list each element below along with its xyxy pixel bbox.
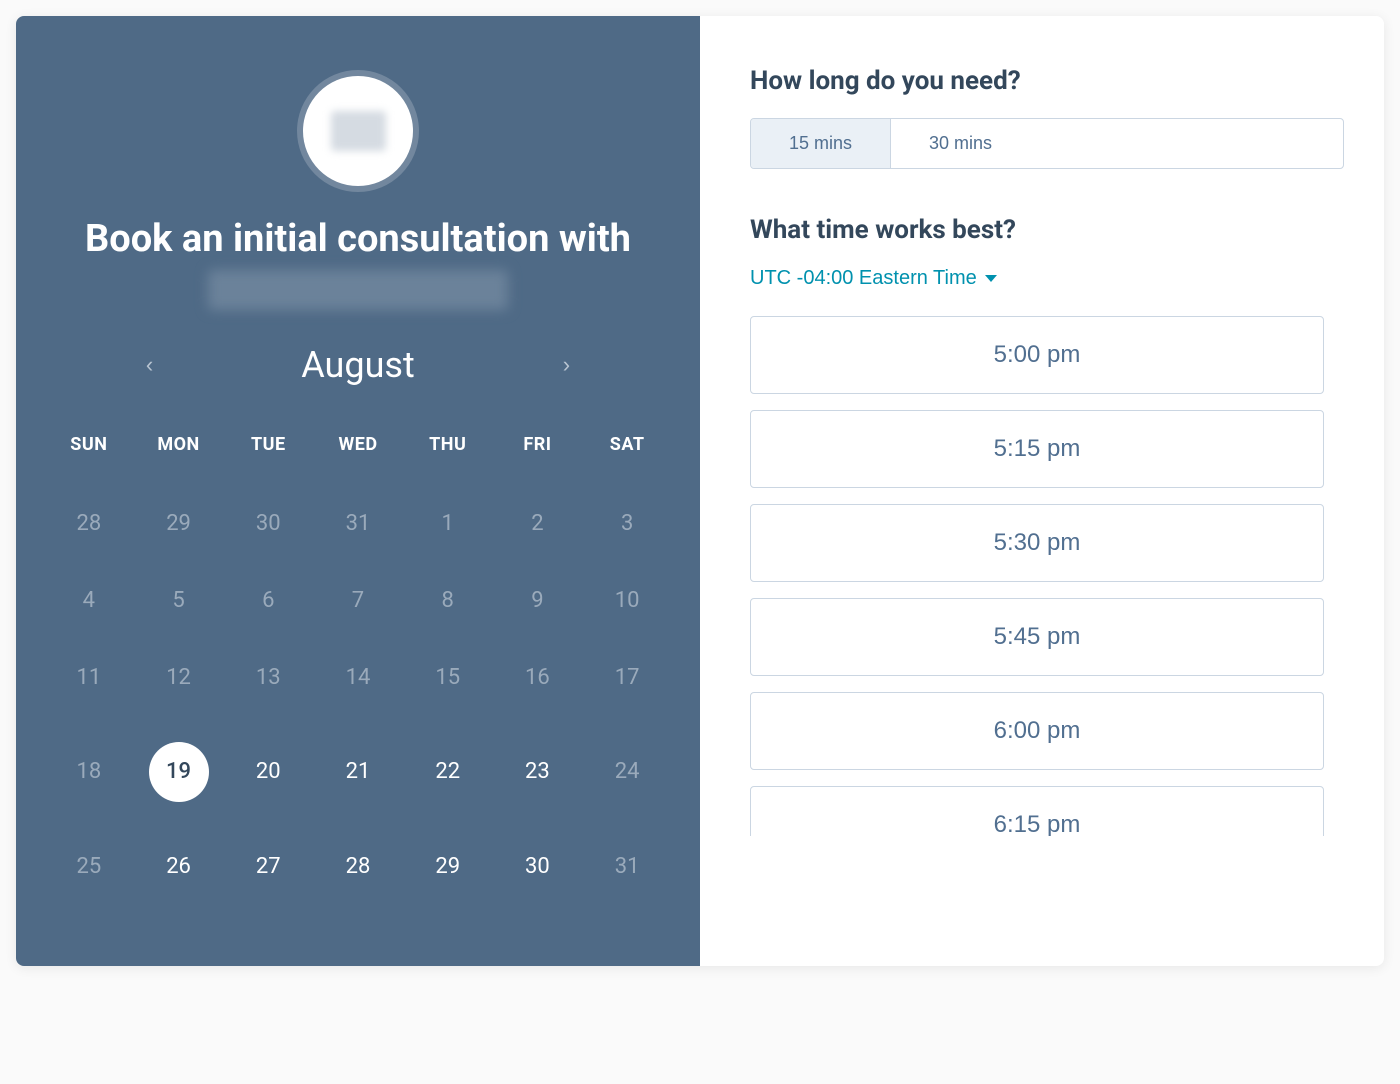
- time-slot[interactable]: 5:15 pm: [750, 410, 1324, 488]
- calendar-day[interactable]: 22: [403, 716, 493, 828]
- provider-name-blur: [208, 270, 508, 310]
- calendar-day: 15: [403, 639, 493, 716]
- calendar-day[interactable]: 27: [223, 828, 313, 905]
- avatar-image-blur: [331, 111, 386, 151]
- avatar: [303, 76, 413, 186]
- calendar-dow: THU: [403, 416, 493, 485]
- calendar-day: 16: [493, 639, 583, 716]
- calendar-day[interactable]: 29: [403, 828, 493, 905]
- calendar-day[interactable]: 23: [493, 716, 583, 828]
- chevron-right-icon: ›: [563, 352, 570, 377]
- calendar-day: 1: [403, 485, 493, 562]
- calendar-dow: SAT: [582, 416, 672, 485]
- time-slot-container: 5:00 pm 5:15 pm 5:30 pm 5:45 pm 6:00 pm 6:15 …: [750, 316, 1344, 936]
- timezone-select[interactable]: UTC -04:00 Eastern Time: [750, 267, 1344, 290]
- calendar-day: 28: [44, 485, 134, 562]
- calendar-dow: FRI: [493, 416, 583, 485]
- calendar-day: 4: [44, 562, 134, 639]
- calendar-day[interactable]: 28: [313, 828, 403, 905]
- calendar-day: 12: [134, 639, 224, 716]
- timezone-label: UTC -04:00 Eastern Time: [750, 267, 977, 290]
- duration-option[interactable]: 15 mins: [751, 119, 890, 168]
- calendar-panel: Book an initial consultation with ‹ Augu…: [16, 16, 700, 966]
- time-slot[interactable]: 5:45 pm: [750, 598, 1324, 676]
- month-label: August: [301, 344, 415, 386]
- time-slot[interactable]: 6:00 pm: [750, 692, 1324, 770]
- duration-title: How long do you need?: [750, 66, 1344, 96]
- calendar-day: 24: [582, 716, 672, 828]
- time-panel: How long do you need? 15 mins30 mins Wha…: [700, 16, 1384, 966]
- month-navigation: ‹ August ›: [36, 344, 680, 386]
- duration-toggle: 15 mins30 mins: [750, 118, 1344, 169]
- time-slot-scroll[interactable]: 5:00 pm 5:15 pm 5:30 pm 5:45 pm 6:00 pm 6:15 …: [750, 316, 1344, 836]
- calendar-day: 31: [313, 485, 403, 562]
- chevron-left-icon: ‹: [146, 352, 153, 377]
- calendar-day: 17: [582, 639, 672, 716]
- calendar-day[interactable]: 30: [493, 828, 583, 905]
- calendar-day: 31: [582, 828, 672, 905]
- duration-option[interactable]: 30 mins: [890, 119, 1030, 168]
- calendar-day: 5: [134, 562, 224, 639]
- time-slot[interactable]: 5:30 pm: [750, 504, 1324, 582]
- calendar-day: 11: [44, 639, 134, 716]
- next-month-button[interactable]: ›: [555, 344, 578, 386]
- calendar-day: 2: [493, 485, 583, 562]
- calendar-day: 7: [313, 562, 403, 639]
- calendar-day: 8: [403, 562, 493, 639]
- calendar-dow: MON: [134, 416, 224, 485]
- calendar-dow: SUN: [44, 416, 134, 485]
- booking-widget: Book an initial consultation with ‹ Augu…: [16, 16, 1384, 966]
- calendar-day: 6: [223, 562, 313, 639]
- calendar-day: 30: [223, 485, 313, 562]
- chevron-down-icon: [985, 275, 997, 282]
- calendar-day-selected[interactable]: 19: [134, 716, 224, 828]
- calendar-day: 25: [44, 828, 134, 905]
- time-title: What time works best?: [750, 215, 1344, 245]
- calendar-dow: TUE: [223, 416, 313, 485]
- calendar-day: 29: [134, 485, 224, 562]
- calendar-day: 14: [313, 639, 403, 716]
- calendar-day[interactable]: 20: [223, 716, 313, 828]
- calendar-day: 13: [223, 639, 313, 716]
- page-title: Book an initial consultation with: [36, 216, 680, 264]
- calendar-day[interactable]: 26: [134, 828, 224, 905]
- calendar-grid: SUNMONTUEWEDTHUFRISAT2829303112345678910…: [36, 416, 680, 905]
- calendar-dow: WED: [313, 416, 403, 485]
- calendar-day: 18: [44, 716, 134, 828]
- calendar-day: 3: [582, 485, 672, 562]
- time-slot[interactable]: 5:00 pm: [750, 316, 1324, 394]
- prev-month-button[interactable]: ‹: [138, 344, 161, 386]
- calendar-day: 10: [582, 562, 672, 639]
- calendar-day[interactable]: 21: [313, 716, 403, 828]
- calendar-day: 9: [493, 562, 583, 639]
- time-slot[interactable]: 6:15 pm: [750, 786, 1324, 836]
